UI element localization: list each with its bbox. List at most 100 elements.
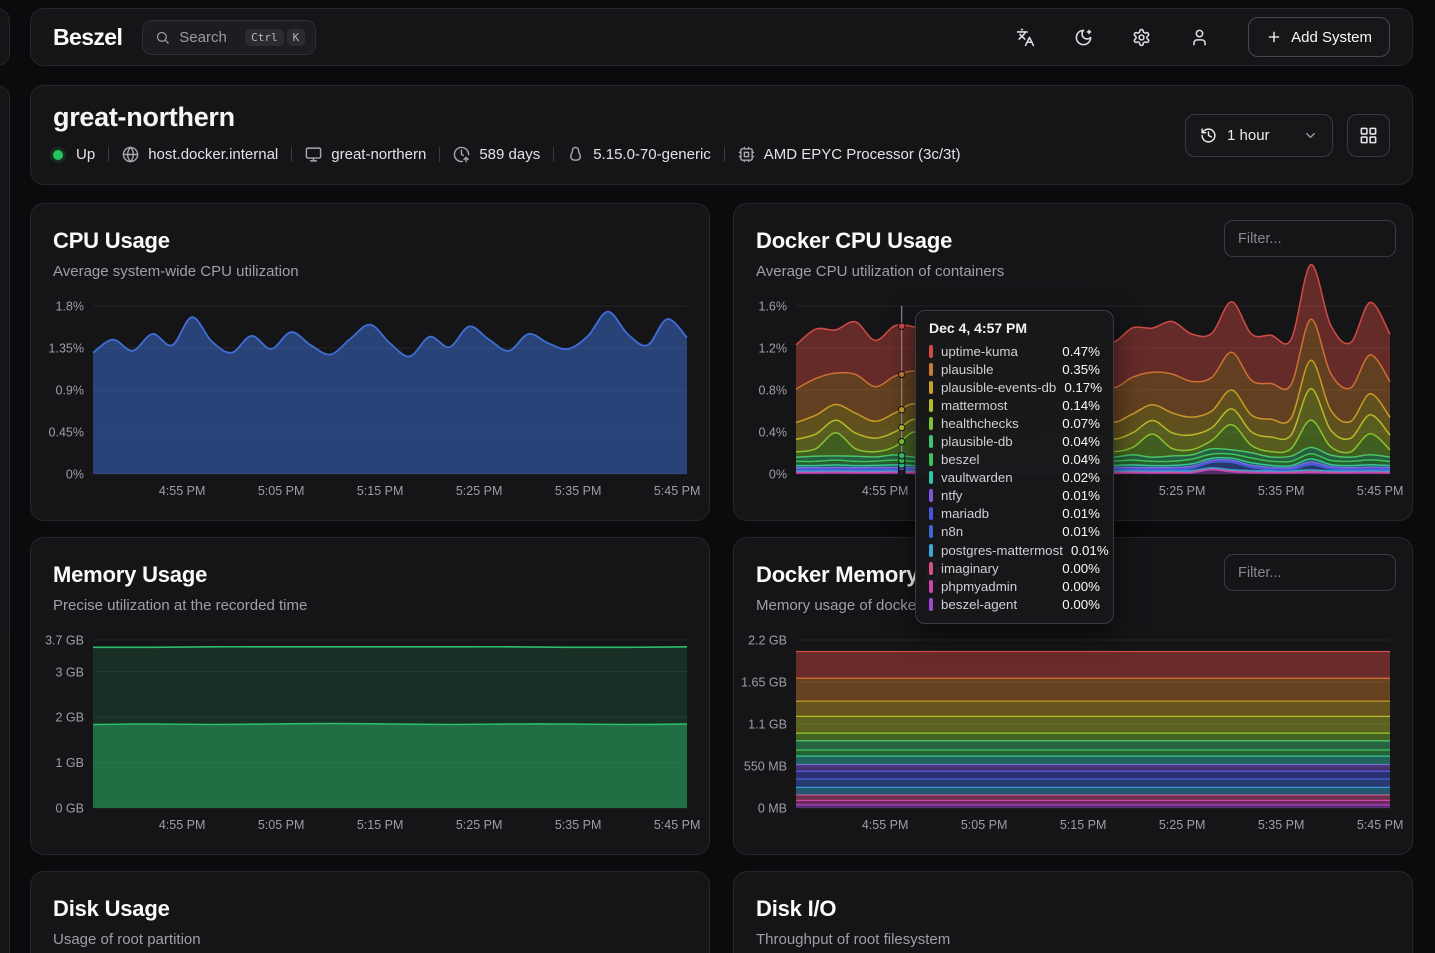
- tooltip-row: mattermost 0.14%: [929, 396, 1100, 414]
- tooltip-row: beszel-agent 0.00%: [929, 595, 1100, 613]
- status-up-dot: [53, 150, 63, 160]
- svg-text:5:35 PM: 5:35 PM: [555, 818, 602, 832]
- moon-star-icon: [1074, 28, 1093, 47]
- chart-tooltip: Dec 4, 4:57 PM uptime-kuma 0.47% plausib…: [915, 310, 1114, 624]
- svg-text:5:05 PM: 5:05 PM: [961, 818, 1008, 832]
- svg-text:4:55 PM: 4:55 PM: [159, 484, 206, 498]
- series-name: mariadb: [941, 506, 1054, 521]
- user-button[interactable]: [1180, 18, 1218, 56]
- series-name: imaginary: [941, 561, 1054, 576]
- svg-text:2 GB: 2 GB: [56, 711, 85, 725]
- docker-memory-filter-input[interactable]: [1224, 554, 1396, 591]
- uptime-item: 589 days: [453, 146, 540, 163]
- card-subtitle: Throughput of root filesystem: [756, 931, 1390, 948]
- agent-host-item: host.docker.internal: [122, 146, 278, 163]
- series-value: 0.01%: [1062, 488, 1100, 503]
- svg-text:2.2 GB: 2.2 GB: [748, 634, 787, 648]
- svg-text:3.7 GB: 3.7 GB: [45, 634, 84, 648]
- tooltip-row: plausible-events-db 0.17%: [929, 378, 1100, 396]
- series-name: phpmyadmin: [941, 579, 1054, 594]
- offscreen-card-fragment: [0, 85, 10, 953]
- search-button[interactable]: Search CtrlK: [142, 20, 316, 55]
- svg-text:1.65 GB: 1.65 GB: [741, 676, 787, 690]
- theme-toggle-button[interactable]: [1064, 18, 1102, 56]
- tooltip-row: postgres-mattermost 0.01%: [929, 541, 1100, 559]
- uptime-label: 589 days: [479, 146, 540, 163]
- series-color-chip: [929, 562, 933, 575]
- system-header-card: great-northern Up host.docker.internal g…: [30, 85, 1413, 185]
- series-value: 0.00%: [1062, 597, 1100, 612]
- series-value: 0.07%: [1062, 416, 1100, 431]
- top-navbar: Beszel Search CtrlK Add System: [30, 8, 1413, 66]
- svg-text:1.2%: 1.2%: [759, 342, 788, 356]
- series-color-chip: [929, 598, 933, 611]
- tooltip-row: beszel 0.04%: [929, 451, 1100, 469]
- series-color-chip: [929, 544, 933, 557]
- tooltip-row: uptime-kuma 0.47%: [929, 342, 1100, 360]
- beszel-dashboard: Beszel Search CtrlK Add System great-nor…: [0, 0, 1435, 953]
- tooltip-row: vaultwarden 0.02%: [929, 469, 1100, 487]
- tooltip-row: phpmyadmin 0.00%: [929, 577, 1100, 595]
- card-subtitle: Usage of root partition: [53, 931, 687, 948]
- user-icon: [1190, 28, 1209, 47]
- hostname-label: great-northern: [331, 146, 426, 163]
- series-value: 0.00%: [1062, 561, 1100, 576]
- svg-text:0.8%: 0.8%: [759, 384, 788, 398]
- series-name: healthchecks: [941, 416, 1054, 431]
- tooltip-row: plausible 0.35%: [929, 360, 1100, 378]
- separator: [108, 147, 109, 162]
- series-value: 0.01%: [1071, 543, 1109, 558]
- tooltip-rows: uptime-kuma 0.47% plausible 0.35% plausi…: [929, 342, 1100, 613]
- tooltip-row: healthchecks 0.07%: [929, 414, 1100, 432]
- series-color-chip: [929, 489, 933, 502]
- uptime-clock-icon: [453, 146, 470, 163]
- svg-text:0 GB: 0 GB: [56, 802, 85, 816]
- add-system-button[interactable]: Add System: [1248, 17, 1390, 57]
- svg-text:5:45 PM: 5:45 PM: [654, 818, 701, 832]
- svg-text:5:25 PM: 5:25 PM: [1159, 484, 1206, 498]
- svg-text:5:05 PM: 5:05 PM: [258, 484, 305, 498]
- svg-text:0.9%: 0.9%: [56, 384, 85, 398]
- svg-text:1 GB: 1 GB: [56, 756, 85, 770]
- series-color-chip: [929, 471, 933, 484]
- series-value: 0.01%: [1062, 506, 1100, 521]
- kernel-label: 5.15.0-70-generic: [593, 146, 711, 163]
- svg-text:5:05 PM: 5:05 PM: [258, 818, 305, 832]
- settings-button[interactable]: [1122, 18, 1160, 56]
- svg-text:3 GB: 3 GB: [56, 665, 85, 679]
- tooltip-row: plausible-db 0.04%: [929, 432, 1100, 450]
- disk-io-card: Disk I/O Throughput of root filesystem: [733, 871, 1413, 953]
- kernel-item: 5.15.0-70-generic: [567, 146, 711, 163]
- tux-icon: [567, 146, 584, 163]
- status-label: Up: [76, 146, 95, 163]
- svg-text:5:35 PM: 5:35 PM: [555, 484, 602, 498]
- system-controls: 1 hour: [1185, 114, 1390, 157]
- separator: [553, 147, 554, 162]
- series-name: uptime-kuma: [941, 344, 1054, 359]
- cpu-chip-icon: [738, 146, 755, 163]
- svg-text:5:25 PM: 5:25 PM: [456, 818, 503, 832]
- svg-text:5:25 PM: 5:25 PM: [456, 484, 503, 498]
- memory-usage-chart[interactable]: 3.7 GB3 GB2 GB1 GB0 GB4:55 PM5:05 PM5:15…: [37, 632, 701, 838]
- time-range-select[interactable]: 1 hour: [1185, 114, 1333, 157]
- svg-text:5:15 PM: 5:15 PM: [1060, 818, 1107, 832]
- series-color-chip: [929, 399, 933, 412]
- svg-text:5:45 PM: 5:45 PM: [1357, 818, 1404, 832]
- monitor-icon: [305, 146, 322, 163]
- svg-text:1.1 GB: 1.1 GB: [748, 718, 787, 732]
- svg-text:0.4%: 0.4%: [759, 426, 788, 440]
- card-subtitle: Precise utilization at the recorded time: [53, 597, 687, 614]
- svg-text:5:25 PM: 5:25 PM: [1159, 818, 1206, 832]
- beszel-logo[interactable]: Beszel: [53, 24, 122, 51]
- gear-icon: [1132, 28, 1151, 47]
- svg-text:1.6%: 1.6%: [759, 300, 788, 314]
- series-value: 0.01%: [1062, 524, 1100, 539]
- cpu-usage-chart[interactable]: 1.8%1.35%0.9%0.45%0%4:55 PM5:05 PM5:15 P…: [37, 298, 701, 504]
- layout-grid-button[interactable]: [1347, 114, 1390, 157]
- docker-cpu-filter-input[interactable]: [1224, 220, 1396, 257]
- svg-text:0 MB: 0 MB: [758, 802, 787, 816]
- language-button[interactable]: [1006, 18, 1044, 56]
- docker-memory-usage-chart[interactable]: 2.2 GB1.65 GB1.1 GB550 MB0 MB4:55 PM5:05…: [740, 632, 1404, 838]
- series-value: 0.14%: [1062, 398, 1100, 413]
- series-value: 0.02%: [1062, 470, 1100, 485]
